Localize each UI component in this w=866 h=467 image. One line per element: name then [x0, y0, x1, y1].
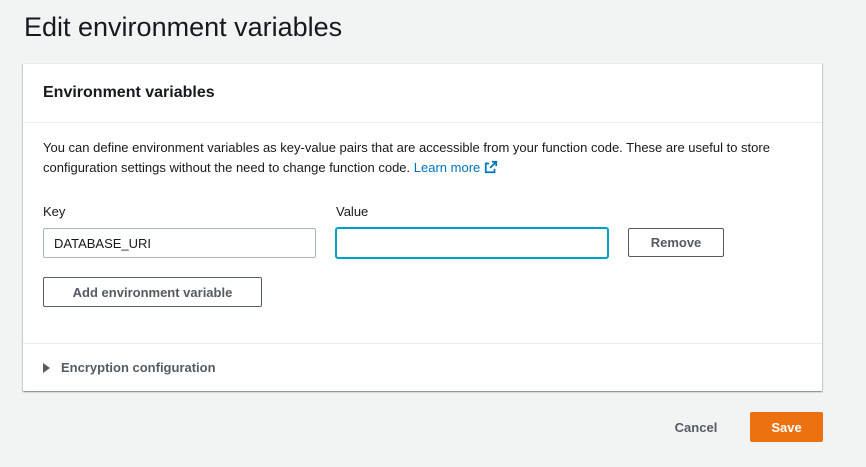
- key-label: Key: [43, 204, 66, 219]
- learn-more-link[interactable]: Learn more: [414, 160, 498, 175]
- save-button[interactable]: Save: [750, 412, 823, 442]
- encryption-configuration-expander[interactable]: Encryption configuration: [43, 359, 216, 377]
- learn-more-label: Learn more: [413, 160, 481, 175]
- external-link-icon: [485, 160, 498, 174]
- panel-title: Environment variables: [43, 84, 215, 101]
- value-input[interactable]: [336, 228, 608, 258]
- add-environment-variable-button[interactable]: Add environment variable: [43, 277, 262, 307]
- caret-right-icon: [43, 363, 50, 373]
- panel-header: Environment variables: [23, 64, 822, 123]
- encryption-configuration-label: Encryption configuration: [61, 360, 216, 375]
- key-input[interactable]: [43, 228, 316, 258]
- section-divider: [23, 343, 822, 344]
- panel-description: You can define environment variables as …: [43, 138, 813, 178]
- environment-variables-panel: Environment variables You can define env…: [23, 63, 822, 391]
- page-title: Edit environment variables: [24, 12, 343, 42]
- description-text: You can define environment variables as …: [43, 140, 770, 175]
- remove-button[interactable]: Remove: [628, 228, 724, 257]
- value-label: Value: [336, 204, 369, 219]
- cancel-button[interactable]: Cancel: [665, 413, 727, 442]
